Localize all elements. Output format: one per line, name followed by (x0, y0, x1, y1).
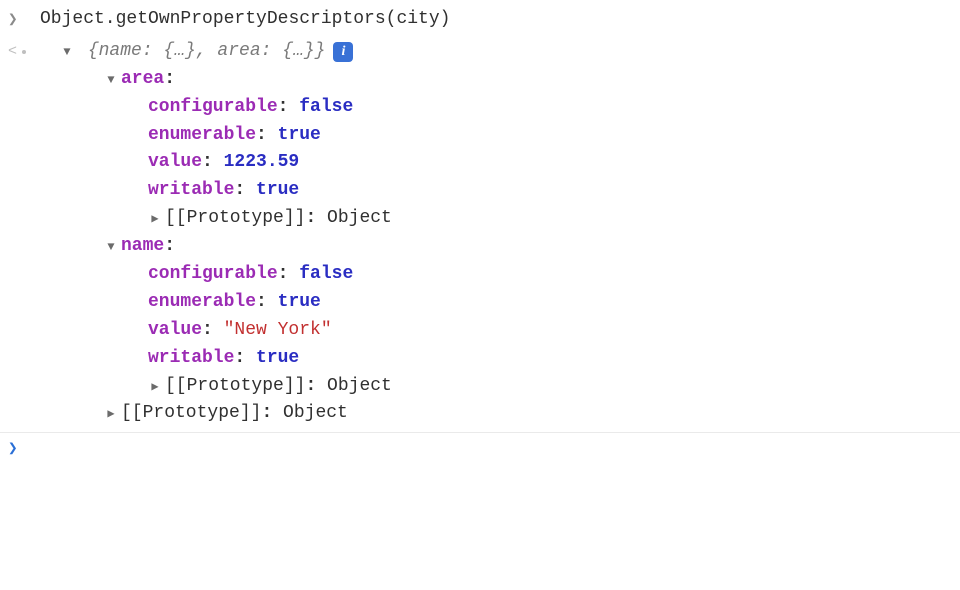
property-value: true (278, 125, 321, 145)
expand-toggle-name[interactable] (104, 238, 118, 257)
property-key: value (148, 152, 202, 172)
descriptor-row: enumerable: true (40, 289, 960, 317)
property-value: true (278, 292, 321, 312)
property-key: configurable (148, 264, 278, 284)
prototype-value: Object (283, 403, 348, 423)
expand-toggle-root[interactable] (60, 43, 74, 62)
property-value: false (299, 97, 353, 117)
console-input-row: ❯ Object.getOwnPropertyDescriptors(city) (0, 4, 960, 36)
descriptor-row: configurable: false (40, 94, 960, 122)
property-value: 1223.59 (224, 152, 300, 172)
descriptor-row: value: 1223.59 (40, 149, 960, 177)
output-chevron-icon: < (8, 38, 40, 63)
property-key: enumerable (148, 125, 256, 145)
property-area: area: (40, 66, 960, 94)
prototype-row: [[Prototype]]: Object (40, 373, 960, 401)
internal-slot-label: [[Prototype]] (165, 208, 305, 228)
prototype-value: Object (327, 376, 392, 396)
property-value: true (256, 180, 299, 200)
property-key: value (148, 320, 202, 340)
property-key: configurable (148, 97, 278, 117)
descriptor-row: writable: true (40, 345, 960, 373)
console-panel: ❯ Object.getOwnPropertyDescriptors(city)… (0, 0, 960, 464)
property-value: true (256, 348, 299, 368)
input-chevron-icon: ❯ (8, 6, 40, 33)
property-key: area (121, 69, 164, 89)
property-value: false (299, 264, 353, 284)
console-prompt-row[interactable]: ❯ (0, 433, 960, 464)
object-summary-text: {name: {…}, area: {…}} (88, 38, 326, 66)
prototype-row: [[Prototype]]: Object (40, 205, 960, 233)
prompt-chevron-icon: ❯ (8, 435, 40, 462)
expand-toggle-proto[interactable] (148, 210, 162, 229)
expand-toggle-area[interactable] (104, 71, 118, 90)
property-key: writable (148, 348, 234, 368)
internal-slot-label: [[Prototype]] (165, 376, 305, 396)
expand-toggle-proto[interactable] (104, 405, 118, 424)
descriptor-row: value: "New York" (40, 317, 960, 345)
expand-toggle-proto[interactable] (148, 378, 162, 397)
info-icon[interactable]: i (333, 42, 353, 62)
console-output-row: < {name: {…}, area: {…}} i area: configu… (0, 36, 960, 430)
prototype-value: Object (327, 208, 392, 228)
descriptor-row: configurable: false (40, 261, 960, 289)
property-name: name: (40, 233, 960, 261)
property-key: name (121, 236, 164, 256)
internal-slot-label: [[Prototype]] (121, 403, 261, 423)
property-value: "New York" (224, 320, 332, 340)
descriptor-row: enumerable: true (40, 122, 960, 150)
console-input-code: Object.getOwnPropertyDescriptors(city) (40, 6, 960, 34)
prototype-row: [[Prototype]]: Object (40, 400, 960, 428)
descriptor-row: writable: true (40, 177, 960, 205)
object-summary-line: {name: {…}, area: {…}} i (40, 38, 960, 66)
property-key: writable (148, 180, 234, 200)
property-key: enumerable (148, 292, 256, 312)
